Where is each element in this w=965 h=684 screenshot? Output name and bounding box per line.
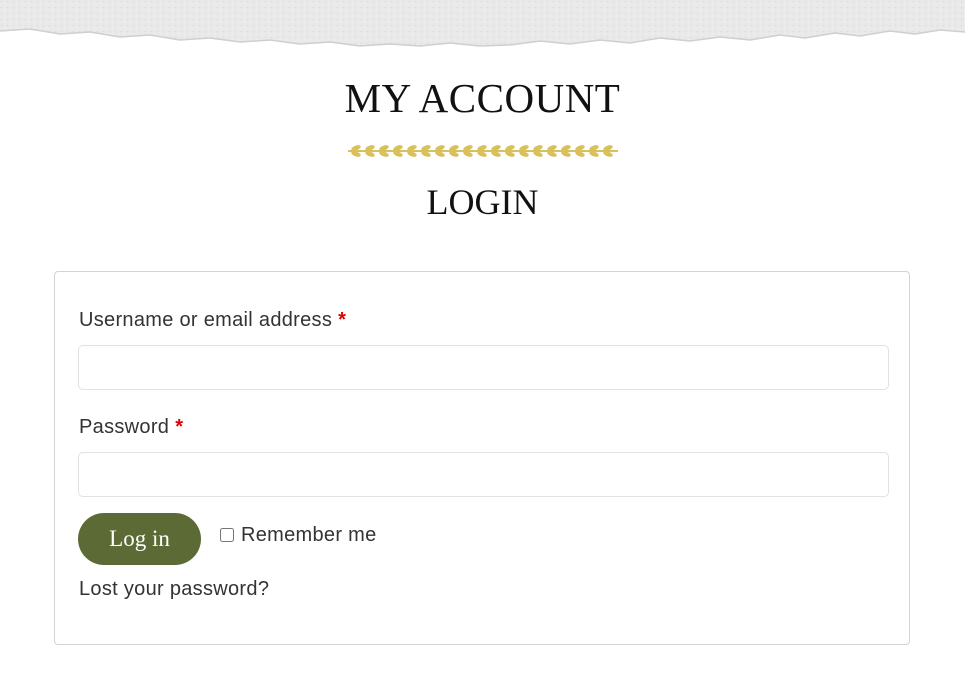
torn-paper-edge: [0, 0, 965, 47]
login-heading: LOGIN: [426, 182, 539, 222]
remember-me-option[interactable]: Remember me: [220, 521, 377, 549]
password-label-text: Password: [79, 416, 170, 438]
remember-me-label: Remember me: [241, 523, 377, 546]
username-label: Username or email address *: [79, 307, 346, 333]
password-label: Password *: [79, 414, 183, 440]
wheat-divider-icon: [348, 145, 618, 157]
username-label-text: Username or email address: [79, 309, 333, 331]
login-form: Username or email address * Password * Log…: [54, 271, 910, 645]
page-title: MY ACCOUNT: [344, 75, 621, 121]
lost-password-link[interactable]: Lost your password?: [79, 576, 269, 602]
login-button[interactable]: Log in: [78, 513, 201, 565]
required-marker: *: [175, 416, 184, 438]
username-input[interactable]: [78, 345, 889, 390]
password-input[interactable]: [78, 452, 889, 497]
remember-me-checkbox[interactable]: [220, 528, 234, 542]
required-marker: *: [338, 309, 347, 331]
